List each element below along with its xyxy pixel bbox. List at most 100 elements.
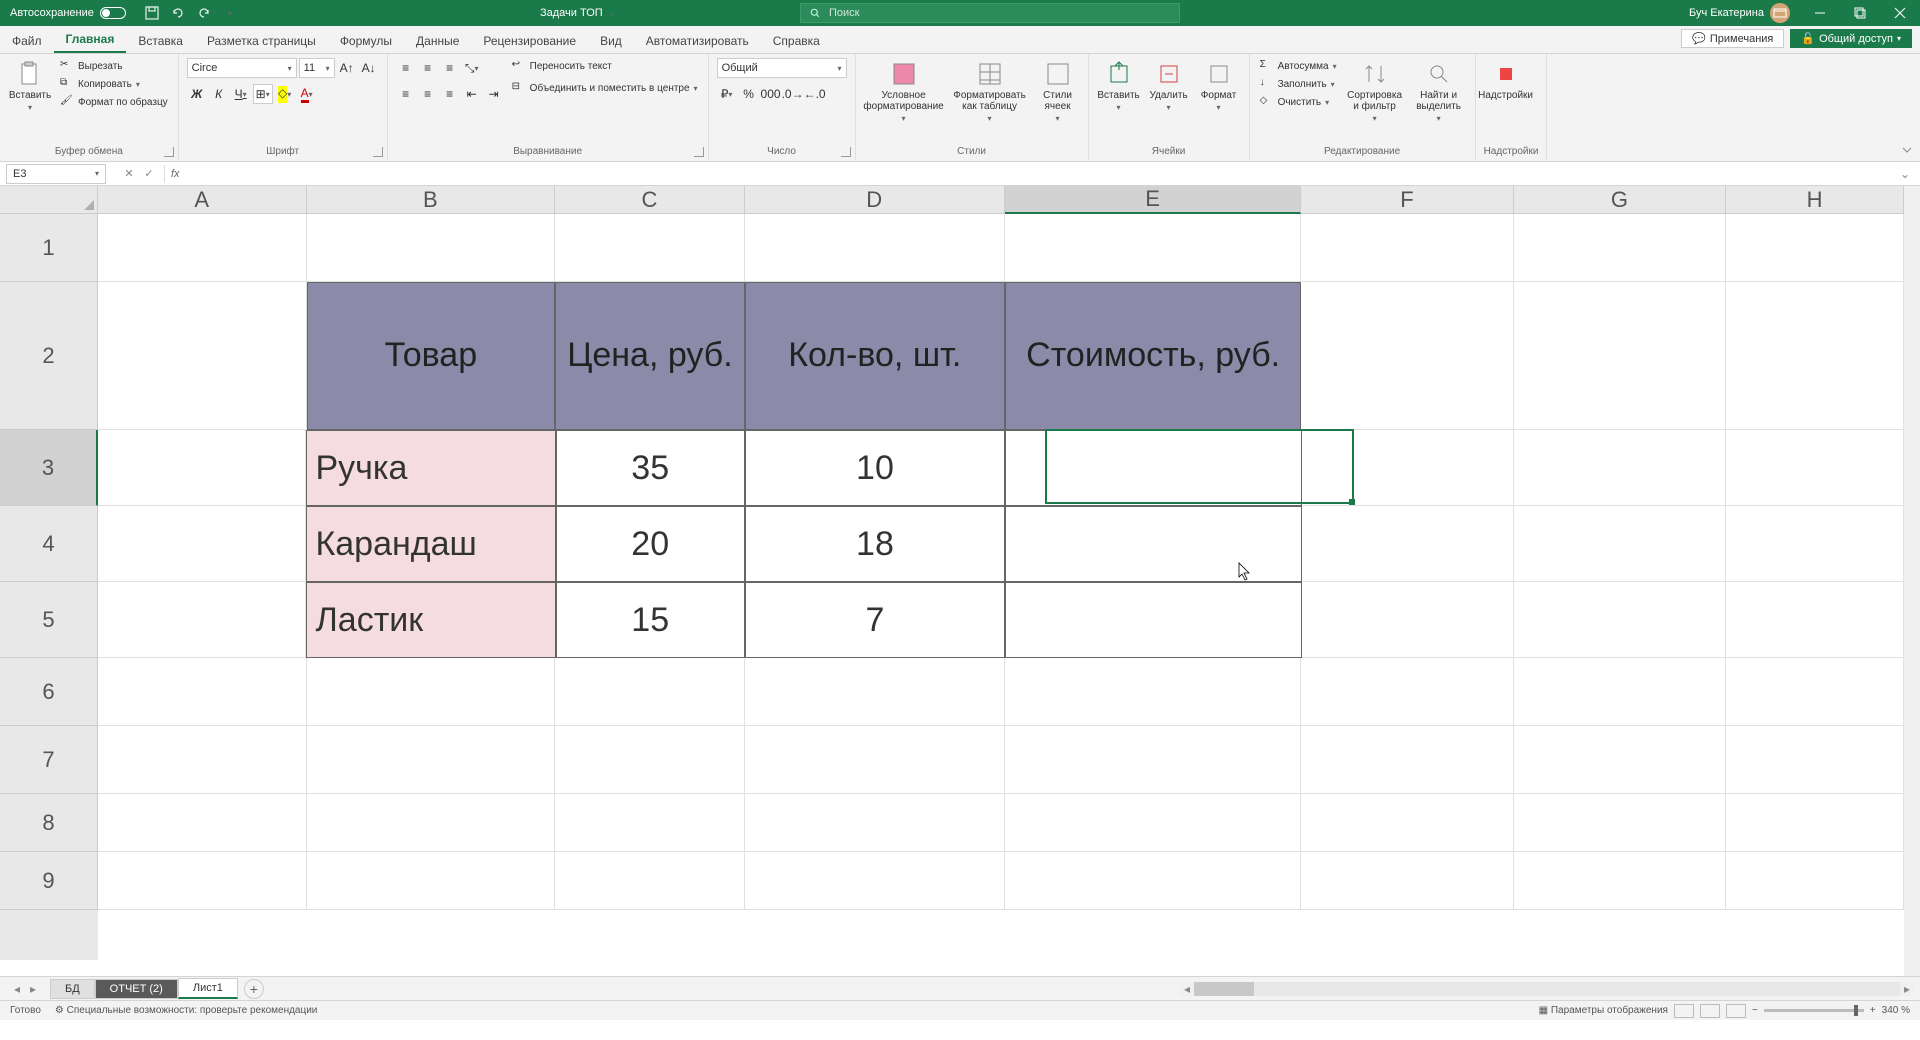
cell[interactable]: [745, 794, 1005, 852]
cell[interactable]: [1005, 852, 1302, 910]
tab-automate[interactable]: Автоматизировать: [634, 29, 761, 53]
cell[interactable]: [1302, 430, 1514, 506]
fx-icon[interactable]: fx: [171, 168, 180, 180]
cell[interactable]: Товар: [307, 282, 556, 430]
delete-cells-button[interactable]: Удалить▾: [1147, 58, 1191, 114]
sheet-next-icon[interactable]: ▸: [26, 982, 40, 996]
page-layout-view-icon[interactable]: [1700, 1004, 1720, 1018]
comments-button[interactable]: 💬Примечания: [1681, 29, 1784, 48]
cell[interactable]: Цена, руб.: [555, 282, 744, 430]
cell[interactable]: Кол-во, шт.: [745, 282, 1005, 430]
increase-font-icon[interactable]: A↑: [337, 58, 357, 78]
align-bottom-icon[interactable]: ≡: [440, 58, 460, 78]
tab-review[interactable]: Рецензирование: [471, 29, 588, 53]
row-header[interactable]: 9: [0, 852, 98, 910]
align-top-icon[interactable]: ≡: [396, 58, 416, 78]
save-icon[interactable]: [144, 5, 160, 21]
cell[interactable]: [1726, 726, 1904, 794]
cell[interactable]: [555, 852, 744, 910]
accessibility-status[interactable]: ⚙ Специальные возможности: проверьте рек…: [55, 1005, 318, 1016]
page-break-view-icon[interactable]: [1726, 1004, 1746, 1018]
underline-button[interactable]: Ч▾: [231, 84, 251, 104]
zoom-slider[interactable]: [1764, 1009, 1864, 1012]
format-painter-button[interactable]: 🖌Формат по образцу: [58, 94, 170, 110]
addins-button[interactable]: Надстройки: [1484, 58, 1528, 103]
cell[interactable]: [1514, 582, 1726, 658]
autosum-button[interactable]: ΣАвтосумма▾: [1258, 58, 1339, 74]
row-header[interactable]: 8: [0, 794, 98, 852]
tab-view[interactable]: Вид: [588, 29, 634, 53]
add-sheet-button[interactable]: +: [244, 979, 264, 999]
cell[interactable]: [1301, 726, 1513, 794]
row-header[interactable]: 6: [0, 658, 98, 726]
column-header[interactable]: E: [1005, 186, 1302, 214]
share-button[interactable]: 🔓Общий доступ▾: [1790, 29, 1912, 48]
fill-button[interactable]: ↓Заполнить▾: [1258, 76, 1339, 92]
row-header[interactable]: 1: [0, 214, 98, 282]
sheet-tab[interactable]: БД: [50, 979, 95, 999]
tab-home[interactable]: Главная: [54, 27, 127, 53]
cell[interactable]: [1514, 852, 1726, 910]
zoom-in-icon[interactable]: +: [1870, 1005, 1876, 1016]
cell[interactable]: [1726, 214, 1904, 282]
merge-button[interactable]: ⊟Объединить и поместить в центре▾: [510, 80, 700, 96]
cell[interactable]: [1301, 214, 1513, 282]
redo-icon[interactable]: [196, 5, 212, 21]
cell[interactable]: [1005, 506, 1301, 582]
cell[interactable]: [555, 214, 744, 282]
column-header[interactable]: D: [745, 186, 1005, 214]
cell[interactable]: [98, 506, 306, 582]
cell[interactable]: [307, 852, 556, 910]
comma-icon[interactable]: 000: [761, 84, 781, 104]
cell[interactable]: [745, 214, 1005, 282]
cell[interactable]: [1726, 852, 1904, 910]
minimize-icon[interactable]: [1800, 0, 1840, 26]
cell[interactable]: 10: [745, 430, 1005, 506]
wrap-text-button[interactable]: ↩Переносить текст: [510, 58, 700, 74]
bold-button[interactable]: Ж: [187, 84, 207, 104]
cell[interactable]: [1514, 214, 1726, 282]
sheet-tab[interactable]: ОТЧЕТ (2): [95, 979, 178, 999]
cell[interactable]: [745, 852, 1005, 910]
cell[interactable]: [1726, 282, 1904, 430]
cancel-formula-icon[interactable]: ✕: [120, 165, 138, 183]
filename[interactable]: Задачи ТОП ⌄: [540, 7, 615, 19]
dialog-launcher-icon[interactable]: [373, 147, 383, 157]
row-header[interactable]: 3: [0, 430, 98, 506]
insert-cells-button[interactable]: Вставить▾: [1097, 58, 1141, 114]
cell[interactable]: [307, 658, 556, 726]
cell[interactable]: [1726, 582, 1904, 658]
expand-formula-bar-icon[interactable]: ⌄: [1900, 167, 1914, 181]
cell[interactable]: [555, 726, 744, 794]
select-all-triangle[interactable]: [0, 186, 98, 214]
maximize-icon[interactable]: [1840, 0, 1880, 26]
paste-button[interactable]: Вставить▾: [8, 58, 52, 114]
cell[interactable]: [307, 726, 556, 794]
cut-button[interactable]: ✂Вырезать: [58, 58, 170, 74]
column-header[interactable]: B: [307, 186, 556, 214]
font-size-select[interactable]: 11▾: [299, 58, 335, 78]
dialog-launcher-icon[interactable]: [164, 147, 174, 157]
autosave-toggle[interactable]: Автосохранение: [10, 7, 126, 19]
cell[interactable]: [1005, 430, 1301, 506]
enter-formula-icon[interactable]: ✓: [140, 165, 158, 183]
cell[interactable]: [1726, 794, 1904, 852]
cell[interactable]: [555, 794, 744, 852]
cell[interactable]: [98, 852, 307, 910]
cell[interactable]: 7: [745, 582, 1005, 658]
cell[interactable]: [1514, 794, 1726, 852]
row-header[interactable]: 5: [0, 582, 98, 658]
row-header[interactable]: 4: [0, 506, 98, 582]
cell[interactable]: [98, 582, 306, 658]
row-header[interactable]: 2: [0, 282, 98, 430]
clear-button[interactable]: ◇Очистить▾: [1258, 94, 1339, 110]
copy-button[interactable]: ⧉Копировать▾: [58, 76, 170, 92]
format-cells-button[interactable]: Формат▾: [1197, 58, 1241, 114]
number-format-select[interactable]: Общий▾: [717, 58, 847, 78]
format-table-button[interactable]: Форматировать как таблицу▾: [950, 58, 1030, 125]
tab-help[interactable]: Справка: [761, 29, 832, 53]
cell[interactable]: 20: [556, 506, 745, 582]
horizontal-scrollbar[interactable]: ◂ ▸: [1180, 982, 1914, 996]
scroll-left-icon[interactable]: ◂: [1180, 982, 1194, 996]
column-header[interactable]: A: [98, 186, 307, 214]
